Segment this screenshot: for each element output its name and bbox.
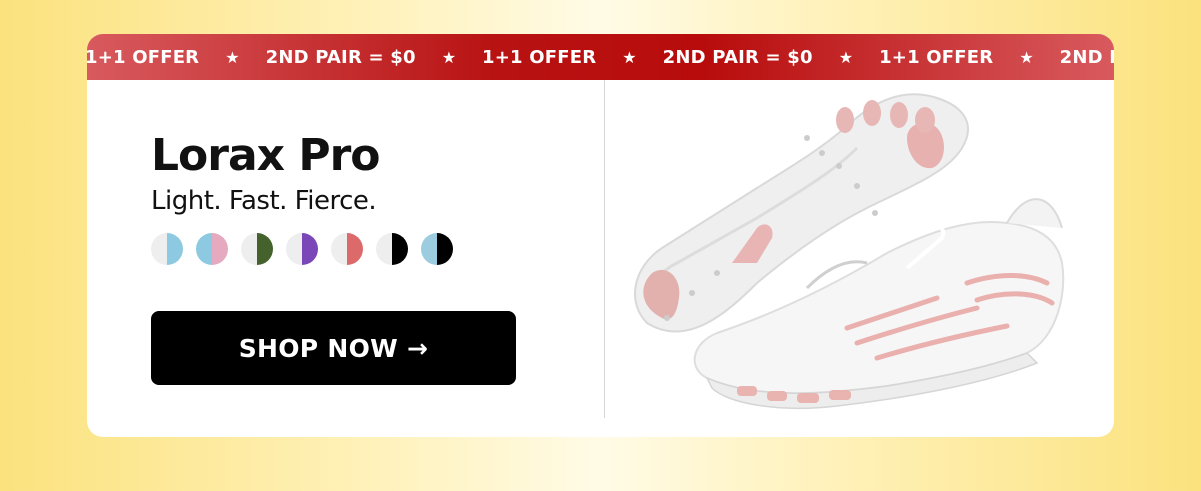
swatch-left-half	[421, 233, 437, 265]
color-swatch-1[interactable]	[151, 233, 183, 265]
swatch-right-half	[257, 233, 273, 265]
star-icon: ★	[1019, 47, 1034, 67]
star-icon: ★	[441, 47, 457, 67]
swatch-right-half	[437, 233, 453, 265]
shop-now-button[interactable]: SHOP NOW →	[151, 311, 516, 385]
color-swatch-2[interactable]	[196, 233, 228, 265]
swatch-left-half	[376, 233, 392, 265]
swatch-left-half	[151, 233, 167, 265]
ticker-item: 1+1 OFFER	[87, 46, 200, 68]
swatch-right-half	[167, 233, 183, 265]
promo-card: 1+1 OFFER ★ 2ND PAIR = $0 ★ 1+1 OFFER ★ …	[87, 34, 1114, 437]
ticker-item: 1+1 OFFER	[879, 46, 994, 68]
star-icon: ★	[225, 47, 240, 67]
swatch-left-half	[286, 233, 302, 265]
ticker-item: 2ND PAIR = $0	[662, 46, 813, 68]
divider	[604, 80, 605, 418]
star-icon: ★	[838, 47, 854, 67]
color-swatch-3[interactable]	[241, 233, 273, 265]
product-title: Lorax Pro	[151, 130, 381, 181]
swatch-right-half	[392, 233, 408, 265]
product-info: Lorax Pro Light. Fast. Fierce.	[151, 134, 531, 265]
swatch-right-half	[302, 233, 318, 265]
swatch-left-half	[331, 233, 347, 265]
color-swatches	[151, 233, 531, 265]
barefoot-shoe-image	[634, 93, 1065, 409]
ticker-item: 2ND PAIR = $0	[1059, 46, 1114, 68]
swatch-left-half	[196, 233, 212, 265]
ticker-track: 1+1 OFFER ★ 2ND PAIR = $0 ★ 1+1 OFFER ★ …	[87, 47, 1114, 68]
swatch-right-half	[347, 233, 363, 265]
product-tagline: Light. Fast. Fierce.	[151, 186, 377, 216]
ticker-item: 1+1 OFFER	[482, 46, 597, 68]
swatch-right-half	[212, 233, 228, 265]
ticker-item: 2ND PAIR = $0	[265, 46, 416, 68]
color-swatch-7[interactable]	[421, 233, 453, 265]
swatch-left-half	[241, 233, 257, 265]
color-swatch-4[interactable]	[286, 233, 318, 265]
star-icon: ★	[622, 47, 637, 67]
color-swatch-6[interactable]	[376, 233, 408, 265]
color-swatch-5[interactable]	[331, 233, 363, 265]
